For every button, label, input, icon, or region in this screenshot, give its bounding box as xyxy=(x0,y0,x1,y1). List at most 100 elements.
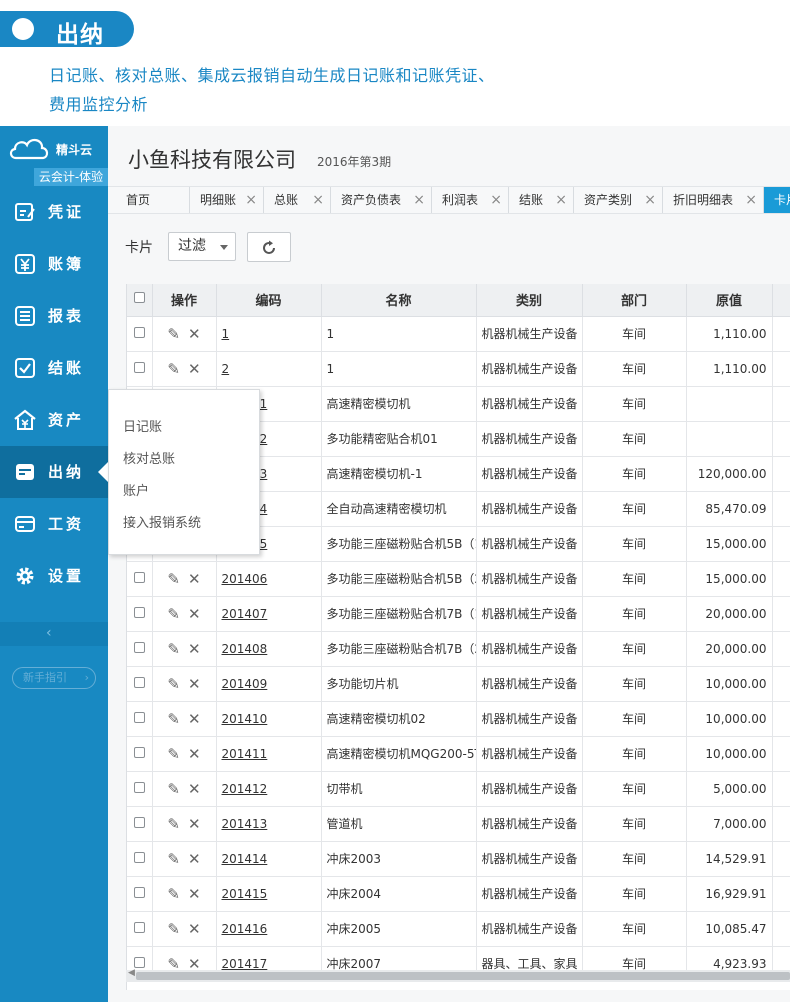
table-row[interactable]: ✎ ✕ 201407 多功能三座磁粉贴合机7B（1 机器机械生产设备 车间 20,000.0… xyxy=(127,596,790,632)
delete-x-icon[interactable]: ✕ xyxy=(188,675,201,693)
delete-x-icon[interactable]: ✕ xyxy=(188,640,201,658)
code-link[interactable]: 201408 xyxy=(222,642,268,656)
edit-pencil-icon[interactable]: ✎ xyxy=(167,570,180,588)
select-all-cell[interactable] xyxy=(127,284,153,317)
submenu-item-expense-system[interactable]: 接入报销系统 xyxy=(123,512,201,531)
column-header-original-value[interactable]: 原值 xyxy=(686,284,773,317)
edit-pencil-icon[interactable]: ✎ xyxy=(167,780,180,798)
submenu-item-journal[interactable]: 日记账 xyxy=(123,416,162,435)
tab-general-ledger[interactable]: 总账 × xyxy=(264,187,331,213)
row-select-cell[interactable] xyxy=(127,666,153,702)
row-checkbox[interactable] xyxy=(133,606,145,618)
close-icon[interactable]: × xyxy=(413,187,425,213)
delete-x-icon[interactable]: ✕ xyxy=(188,745,201,763)
table-row[interactable]: ✎ ✕ 201410 高速精密模切机02 机器机械生产设备 车间 10,000.00 xyxy=(127,701,790,737)
sidebar-item-asset[interactable]: 资产 xyxy=(0,394,108,446)
row-checkbox[interactable] xyxy=(133,886,145,898)
delete-x-icon[interactable]: ✕ xyxy=(188,605,201,623)
sidebar-item-settings[interactable]: 设置 xyxy=(0,550,108,602)
horizontal-scrollbar[interactable]: ◀ xyxy=(126,968,790,982)
column-header-code[interactable]: 编码 xyxy=(216,284,322,317)
table-row[interactable]: ✎ ✕ 201414 冲床2003 机器机械生产设备 车间 14,529.91 xyxy=(127,841,790,877)
row-checkbox[interactable] xyxy=(133,816,145,828)
sidebar-item-checkout[interactable]: 结账 xyxy=(0,342,108,394)
submenu-item-reconcile-ledger[interactable]: 核对总账 xyxy=(123,448,175,467)
row-checkbox[interactable] xyxy=(133,851,145,863)
edit-pencil-icon[interactable]: ✎ xyxy=(167,325,180,343)
code-link[interactable]: 2 xyxy=(222,362,230,376)
sidebar-item-salary[interactable]: 工资 xyxy=(0,498,108,550)
row-checkbox[interactable] xyxy=(133,711,145,723)
row-select-cell[interactable] xyxy=(127,701,153,737)
scroll-left-arrow-icon[interactable]: ◀ xyxy=(128,968,135,978)
tab-balance-sheet[interactable]: 资产负债表 × xyxy=(331,187,432,213)
row-checkbox[interactable] xyxy=(133,921,145,933)
row-checkbox[interactable] xyxy=(133,676,145,688)
edit-pencil-icon[interactable]: ✎ xyxy=(167,815,180,833)
sidebar-item-report[interactable]: 报表 xyxy=(0,290,108,342)
delete-x-icon[interactable]: ✕ xyxy=(188,920,201,938)
row-select-cell[interactable] xyxy=(127,771,153,807)
code-link[interactable]: 201410 xyxy=(222,712,268,726)
edit-pencil-icon[interactable]: ✎ xyxy=(167,920,180,938)
column-header-category[interactable]: 类别 xyxy=(476,284,583,317)
delete-x-icon[interactable]: ✕ xyxy=(188,780,201,798)
submenu-item-account[interactable]: 账户 xyxy=(123,480,149,499)
close-icon[interactable]: × xyxy=(745,187,757,213)
tab-checkout[interactable]: 结账 × xyxy=(509,187,574,213)
sidebar-item-voucher[interactable]: 凭证 xyxy=(0,186,108,238)
edit-pencil-icon[interactable]: ✎ xyxy=(167,710,180,728)
table-row[interactable]: ✎ ✕ 201408 多功能三座磁粉贴合机7B（2 机器机械生产设备 车间 20,000.0… xyxy=(127,631,790,667)
tab-depreciation-detail[interactable]: 折旧明细表 × xyxy=(663,187,764,213)
tab-home[interactable]: 首页 xyxy=(116,187,190,213)
delete-x-icon[interactable]: ✕ xyxy=(188,850,201,868)
row-checkbox[interactable] xyxy=(133,571,145,583)
table-row[interactable]: ✎ ✕ 201413 管道机 机器机械生产设备 车间 7,000.00 xyxy=(127,806,790,842)
table-row[interactable]: ✎ ✕ 201416 冲床2005 机器机械生产设备 车间 10,085.47 xyxy=(127,911,790,947)
row-checkbox[interactable] xyxy=(133,641,145,653)
code-link[interactable]: 201406 xyxy=(222,572,268,586)
row-checkbox[interactable] xyxy=(133,781,145,793)
close-icon[interactable]: × xyxy=(312,187,324,213)
column-header-department[interactable]: 部门 xyxy=(582,284,687,317)
edit-pencil-icon[interactable]: ✎ xyxy=(167,745,180,763)
row-select-cell[interactable] xyxy=(127,806,153,842)
edit-pencil-icon[interactable]: ✎ xyxy=(167,675,180,693)
row-select-cell[interactable] xyxy=(127,316,153,352)
beginner-guide-button[interactable]: 新手指引 › xyxy=(12,667,96,689)
row-select-cell[interactable] xyxy=(127,911,153,947)
row-checkbox[interactable] xyxy=(133,361,145,373)
row-checkbox[interactable] xyxy=(133,746,145,758)
table-row[interactable]: ✎ ✕ 1 1 机器机械生产设备 车间 1,110.00 xyxy=(127,316,790,352)
tab-detail-ledger[interactable]: 明细账 × xyxy=(190,187,264,213)
delete-x-icon[interactable]: ✕ xyxy=(188,710,201,728)
edit-pencil-icon[interactable]: ✎ xyxy=(167,640,180,658)
delete-x-icon[interactable]: ✕ xyxy=(188,885,201,903)
code-link[interactable]: 201411 xyxy=(222,747,268,761)
close-icon[interactable]: × xyxy=(245,187,257,213)
row-select-cell[interactable] xyxy=(127,351,153,387)
select-all-checkbox[interactable] xyxy=(133,292,145,304)
close-icon[interactable]: × xyxy=(490,187,502,213)
sidebar-item-ledger[interactable]: 账簿 xyxy=(0,238,108,290)
code-link[interactable]: 201413 xyxy=(222,817,268,831)
sidebar-item-cashier[interactable]: 出纳 xyxy=(0,446,108,498)
table-row[interactable]: ✎ ✕ 201411 高速精密模切机MQG200-5T 机器机械生产设备 车间 10,000… xyxy=(127,736,790,772)
code-link[interactable]: 201412 xyxy=(222,782,268,796)
tab-income-statement[interactable]: 利润表 × xyxy=(432,187,509,213)
column-header-name[interactable]: 名称 xyxy=(321,284,477,317)
code-link[interactable]: 201409 xyxy=(222,677,268,691)
table-row[interactable]: ✎ ✕ 201412 切带机 机器机械生产设备 车间 5,000.00 xyxy=(127,771,790,807)
code-link[interactable]: 201416 xyxy=(222,922,268,936)
code-link[interactable]: 201407 xyxy=(222,607,268,621)
code-link[interactable]: 201414 xyxy=(222,852,268,866)
delete-x-icon[interactable]: ✕ xyxy=(188,570,201,588)
filter-dropdown[interactable]: 过滤 xyxy=(168,232,236,261)
delete-x-icon[interactable]: ✕ xyxy=(188,815,201,833)
row-checkbox[interactable] xyxy=(133,326,145,338)
table-row[interactable]: ✎ ✕ 2 1 机器机械生产设备 车间 1,110.00 xyxy=(127,351,790,387)
edit-pencil-icon[interactable]: ✎ xyxy=(167,850,180,868)
delete-x-icon[interactable]: ✕ xyxy=(188,325,201,343)
code-link[interactable]: 1 xyxy=(222,327,230,341)
close-icon[interactable]: × xyxy=(555,187,567,213)
